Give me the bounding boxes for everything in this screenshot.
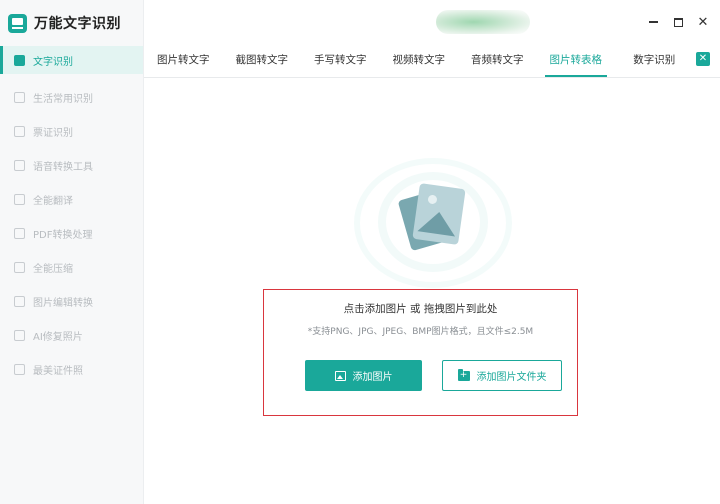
sidebar-item-image-edit[interactable]: 图片编辑转换 [0,284,143,318]
feature-tabs: 图片转文字 截图转文字 手写转文字 视频转文字 音频转文字 图片转表格 数字识别… [144,46,720,78]
image-icon [334,370,346,381]
sidebar-item-voice-tools[interactable]: 语音转换工具 [0,148,143,182]
sidebar-item-label: 图片编辑转换 [33,297,93,309]
scan-text-icon [14,54,25,66]
ai-repair-icon [14,329,25,341]
sidebar-item-label: 生活常用识别 [33,93,93,105]
brand: 万能文字识别 [0,0,143,46]
sidebar-item-translate[interactable]: 全能翻译 [0,182,143,216]
add-image-folder-button[interactable]: 添加图片文件夹 [442,360,562,391]
tab-handwriting-to-text[interactable]: 手写转文字 [301,46,380,77]
sidebar-nav: 文字识别 生活常用识别 票证识别 语音转换工具 全能翻译 PDF转换处理 全能压… [0,46,143,386]
tabs-expand-icon[interactable]: ✕ [696,52,710,66]
sidebar-item-label: 全能翻译 [33,195,73,207]
upload-illustration [354,158,512,288]
life-scan-icon [14,91,25,103]
sidebar-item-compress[interactable]: 全能压缩 [0,250,143,284]
title-bar: ✕ [144,0,720,46]
sidebar-item-label: 全能压缩 [33,263,73,275]
sidebar-item-label: 文字识别 [33,56,73,68]
sidebar-item-id-photo[interactable]: 最美证件照 [0,352,143,386]
sidebar-item-label: AI修复照片 [33,331,83,343]
tab-screenshot-to-text[interactable]: 截图转文字 [223,46,302,77]
upload-format-hint: *支持PNG、JPG、JPEG、BMP图片格式，且文件≤2.5M [307,327,534,337]
image-icon [412,183,466,245]
user-avatar-blurred[interactable] [436,10,530,34]
add-image-button[interactable]: 添加图片 [305,360,422,391]
voice-icon [14,159,25,171]
upload-title: 点击添加图片 或 拖拽图片到此处 [343,303,498,315]
tab-image-to-text[interactable]: 图片转文字 [144,46,223,77]
upload-drop-zone[interactable]: 点击添加图片 或 拖拽图片到此处 *支持PNG、JPG、JPEG、BMP图片格式… [263,289,578,416]
tab-audio-to-text[interactable]: 音频转文字 [458,46,537,77]
sidebar-item-label: PDF转换处理 [33,229,93,241]
add-image-label: 添加图片 [352,372,393,383]
image-edit-icon [14,295,25,307]
sidebar: 万能文字识别 文字识别 生活常用识别 票证识别 语音转换工具 全能翻译 PDF转… [0,0,144,504]
sidebar-item-ticket-recognition[interactable]: 票证识别 [0,114,143,148]
folder-add-icon [457,368,470,381]
sidebar-item-label: 语音转换工具 [33,161,93,173]
tab-video-to-text[interactable]: 视频转文字 [380,46,459,77]
sidebar-item-text-recognition[interactable]: 文字识别 [0,46,143,74]
add-folder-label: 添加图片文件夹 [476,372,547,383]
translate-icon [14,193,25,205]
ticket-icon [14,125,25,137]
compress-icon [14,261,25,273]
sidebar-item-pdf[interactable]: PDF转换处理 [0,216,143,250]
sidebar-item-label: 最美证件照 [33,365,83,377]
maximize-icon[interactable] [671,15,685,29]
sidebar-item-ai-repair[interactable]: AI修复照片 [0,318,143,352]
mountain-shape [417,209,459,237]
close-icon[interactable]: ✕ [696,15,710,30]
id-photo-icon [14,363,25,375]
sidebar-item-label: 票证识别 [33,127,73,139]
minimize-icon[interactable] [646,15,660,29]
app-title: 万能文字识别 [34,16,121,32]
app-logo-icon [8,13,27,33]
pdf-icon [14,227,25,239]
sun-shape [427,194,438,205]
tab-number-recognition[interactable]: 数字识别 [615,46,694,77]
sidebar-item-life-recognition[interactable]: 生活常用识别 [0,80,143,114]
tab-image-to-table[interactable]: 图片转表格 [537,46,616,77]
